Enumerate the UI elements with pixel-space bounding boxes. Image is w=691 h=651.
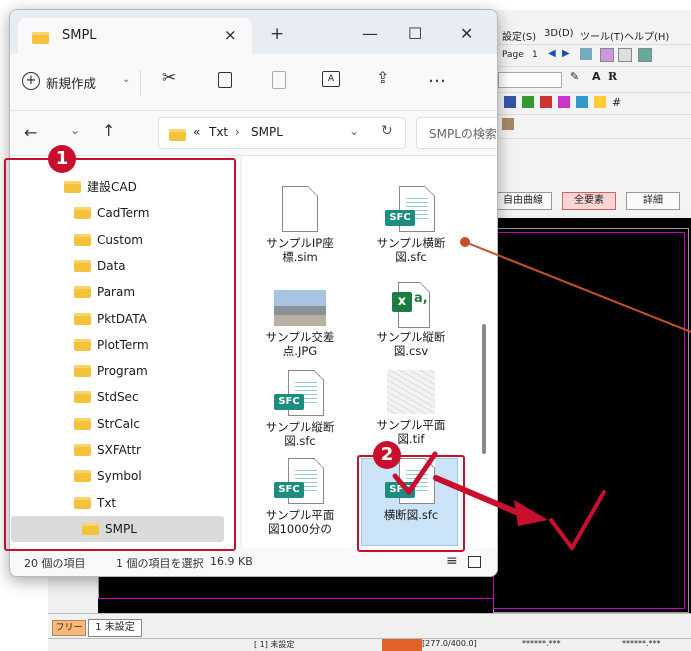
drag-arrow-line [433, 475, 519, 515]
annotation-overlay [392, 237, 691, 550]
drag-arrow-head [514, 500, 548, 526]
check-icon-target [549, 490, 606, 550]
check-icon-source [392, 451, 438, 495]
connector-line [464, 241, 691, 333]
